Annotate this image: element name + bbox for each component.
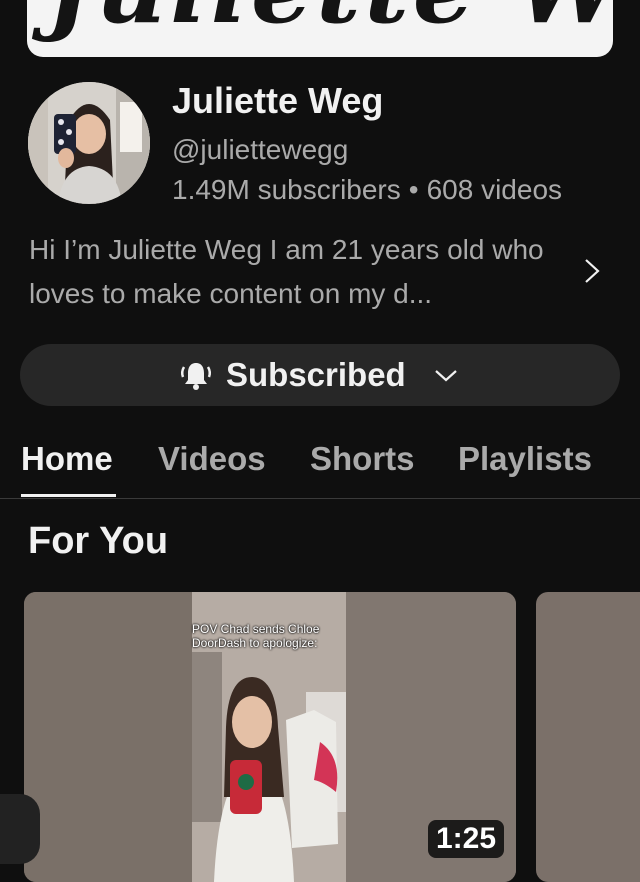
next-video-card[interactable] [536, 592, 640, 882]
tabs-divider [0, 498, 640, 499]
channel-banner: Juliette Weg [27, 0, 613, 57]
tab-videos[interactable]: Videos [158, 440, 266, 478]
chevron-down-icon [435, 370, 457, 382]
channel-name: Juliette Weg [172, 80, 384, 121]
subscriber-count: 1.49M subscribers [172, 174, 401, 205]
banner-script-text: Juliette Weg [47, 0, 613, 45]
thumbnail-caption: POV Chad sends Chloe DoorDash to apologi… [192, 622, 320, 650]
avatar-image [28, 82, 150, 204]
channel-avatar[interactable] [28, 82, 150, 204]
bell-ringing-icon [180, 363, 212, 390]
subscribed-label: Subscribed [226, 356, 406, 393]
video-count: 608 videos [426, 174, 563, 205]
active-tab-indicator [21, 494, 116, 497]
tab-home[interactable]: Home [21, 440, 113, 478]
tab-shorts[interactable]: Shorts [310, 440, 415, 478]
section-title: For You [28, 520, 169, 562]
subscribed-button[interactable]: Subscribed [20, 344, 620, 406]
chevron-right-icon[interactable] [580, 254, 604, 288]
edge-handle[interactable] [0, 794, 40, 864]
stats-separator: • [408, 174, 419, 205]
channel-description[interactable]: Hi I’m Juliette Weg I am 21 years old wh… [29, 228, 569, 316]
tab-playlists[interactable]: Playlists [458, 440, 592, 478]
channel-stats: 1.49M subscribers • 608 videos [172, 174, 562, 206]
video-duration-badge: 1:25 [428, 820, 504, 858]
channel-handle: @juliettewegg [172, 134, 349, 165]
